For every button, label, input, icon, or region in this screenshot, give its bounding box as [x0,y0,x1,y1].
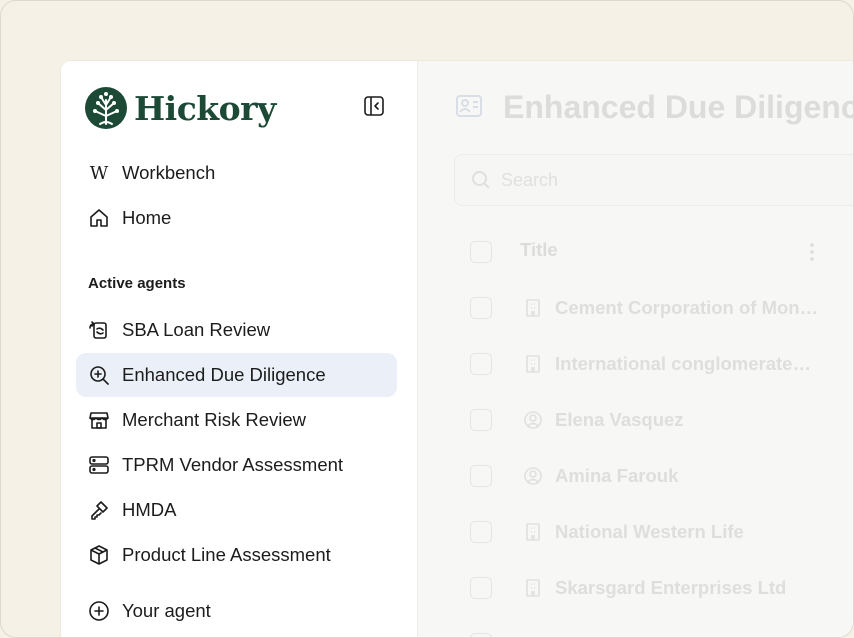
search-input[interactable]: Search [454,154,853,206]
workbench-icon: W [88,162,110,184]
logo-text: Hickory [134,88,276,128]
zoom-in-icon [88,364,110,386]
building-icon [526,523,540,541]
section-label-active-agents: Active agents [88,275,186,292]
table-row[interactable] [470,461,492,491]
row-checkbox[interactable] [470,297,492,319]
nav-item-sba-loan-review[interactable]: SBA Loan Review [76,308,397,352]
nav-item-home[interactable]: Home [76,196,397,240]
nav-item-merchant-risk-review[interactable]: Merchant Risk Review [76,398,397,442]
nav-item-workbench[interactable]: W Workbench [76,151,397,195]
row-title: Cement Corporation of Mon… [555,297,819,318]
nav-item-label: Home [122,207,172,228]
person-icon [524,411,542,429]
nav-item-label: SBA Loan Review [122,319,271,340]
app-frame: Hickory W Workbench Home Active agents S… [0,0,854,638]
app-window: Hickory W Workbench Home Active agents S… [61,61,854,637]
nav-item-your-agent[interactable]: Your agent [76,589,397,633]
nav-item-label: Merchant Risk Review [122,409,307,430]
row-title: National Western Life [555,521,744,542]
table-row[interactable] [470,405,492,435]
nav-item-product-line-assessment[interactable]: Product Line Assessment [76,533,397,577]
id-card-icon [456,95,482,117]
nav-item-label: Workbench [122,162,216,183]
table-row[interactable] [470,517,492,547]
row-title: Elena Vasquez [555,409,684,430]
building-icon [526,579,540,597]
key-icon [88,499,110,521]
row-title: Amina Farouk [555,465,679,486]
nav-item-label: Your agent [122,600,211,621]
page-title: Enhanced Due Diligence [503,89,854,125]
nav-item-label: Product Line Assessment [122,544,331,565]
storefront-icon [88,409,110,431]
building-icon [526,355,540,373]
row-title: Skarsgard Enterprises Ltd [555,577,787,598]
building-icon [526,299,540,317]
sidebar: Hickory W Workbench Home Active agents S… [61,61,417,637]
plus-circle-icon [88,600,110,622]
package-icon [88,544,110,566]
more-options-icon[interactable] [808,241,816,263]
search-icon [472,171,490,189]
home-icon [88,207,110,229]
table-row[interactable] [470,349,492,379]
main-content: Enhanced Due Diligence Search Title Ceme… [417,61,854,637]
nav-item-label: Enhanced Due Diligence [122,364,326,385]
row-checkbox[interactable] [470,633,492,637]
server-icon [88,454,110,476]
nav-item-hmda[interactable]: HMDA [76,488,397,532]
table-header-row [470,237,492,267]
refresh-document-icon [88,319,110,341]
column-header-title[interactable]: Title [520,239,558,261]
tree-logo-icon [85,87,127,129]
row-title: International conglomerate… [555,353,811,374]
nav-item-label: TPRM Vendor Assessment [122,454,344,475]
select-all-checkbox[interactable] [470,241,492,263]
nav-item-label: HMDA [122,499,177,520]
row-checkbox[interactable] [470,409,492,431]
svg-text:W: W [90,163,109,184]
row-checkbox[interactable] [470,577,492,599]
row-checkbox[interactable] [470,353,492,375]
row-checkbox[interactable] [470,465,492,487]
search-placeholder: Search [501,169,559,190]
nav-item-enhanced-due-diligence[interactable]: Enhanced Due Diligence [76,353,397,397]
table-row[interactable] [470,293,492,323]
nav-item-tprm-vendor-assessment[interactable]: TPRM Vendor Assessment [76,443,397,487]
collapse-sidebar-icon[interactable] [363,95,385,117]
table-row[interactable] [470,573,492,603]
person-icon [524,467,542,485]
logo[interactable]: Hickory [84,86,276,130]
row-checkbox[interactable] [470,521,492,543]
table-row[interactable] [470,629,492,637]
